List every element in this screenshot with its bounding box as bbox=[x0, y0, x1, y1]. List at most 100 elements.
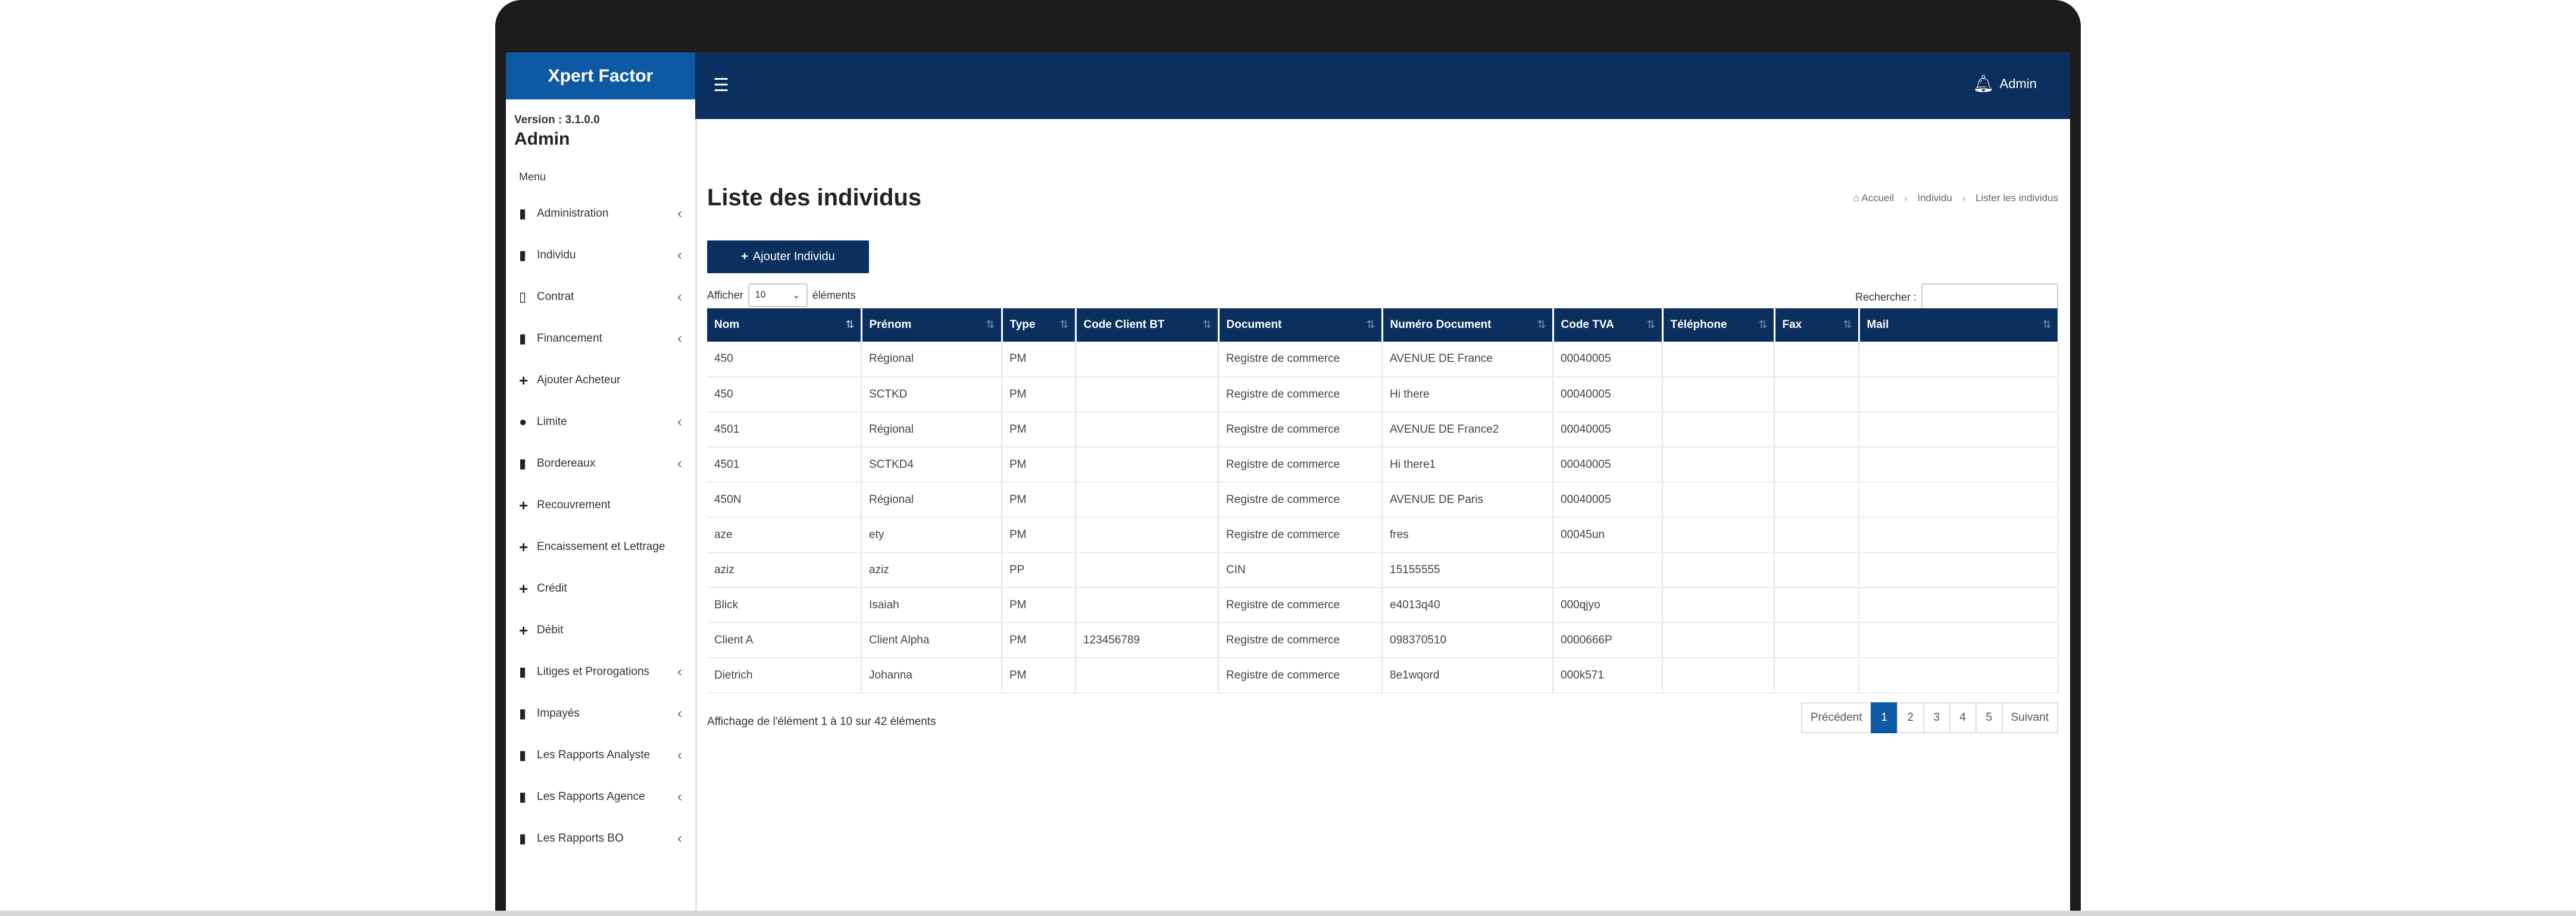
sidebar-item-individu[interactable]: ▮ Individu ‹ bbox=[506, 235, 695, 276]
column-header-label: Nom bbox=[714, 318, 740, 331]
sidebar-item-les-rapports-bo[interactable]: ▮ Les Rapports BO ‹ bbox=[506, 818, 695, 859]
table-row[interactable]: 4501 SCTKD4 PM Registre de commerce Hi there… bbox=[707, 447, 2059, 483]
table-cell: Registre de commerce bbox=[1218, 482, 1383, 518]
pagination-page-2[interactable]: 2 bbox=[1896, 702, 1924, 733]
breadcrumb-home[interactable]: Accueil bbox=[1861, 192, 1894, 204]
page-length-value: 10 bbox=[755, 290, 766, 300]
table-cell: PM bbox=[1002, 447, 1076, 483]
pagination-next[interactable]: Suivant bbox=[2001, 702, 2058, 733]
chevron-left-icon: ‹ bbox=[677, 289, 682, 305]
column-header-label: Document bbox=[1226, 318, 1282, 331]
file-icon: ▮ bbox=[519, 456, 527, 471]
breadcrumb-individu[interactable]: Individu bbox=[1917, 192, 1952, 204]
sidebar-item-les-rapports-analyste[interactable]: ▮ Les Rapports Analyste ‹ bbox=[506, 734, 695, 776]
table-cell bbox=[1774, 517, 1859, 553]
table-cell bbox=[1553, 552, 1663, 588]
table-cell: SCTKD bbox=[861, 377, 1002, 412]
user-menu[interactable]: Admin bbox=[2000, 76, 2037, 92]
table-cell: PP bbox=[1002, 552, 1076, 588]
chevron-left-icon: ‹ bbox=[677, 330, 682, 346]
sidebar-item-contrat[interactable]: ▯ Contrat ‹ bbox=[506, 276, 695, 318]
table-row[interactable]: aziz aziz PP CIN 15155555 bbox=[707, 552, 2059, 588]
column-header[interactable]: Numéro Document ⇅ bbox=[1382, 308, 1554, 342]
table-row[interactable]: 450N Régional PM Registre de commerce AVENUE… bbox=[707, 482, 2059, 518]
sidebar-item-litiges-et-prorogations[interactable]: ▮ Litiges et Prorogations ‹ bbox=[506, 651, 695, 693]
brand-logo[interactable]: Xpert Factor bbox=[506, 52, 695, 99]
sidebar-item-d-bit[interactable]: + Débit bbox=[506, 609, 695, 651]
pagination-page-4[interactable]: 4 bbox=[1949, 702, 1977, 733]
table-cell: 00040005 bbox=[1553, 342, 1663, 377]
table-cell: 098370510 bbox=[1382, 623, 1553, 658]
table-cell: Régional bbox=[861, 482, 1002, 518]
column-header[interactable]: Type ⇅ bbox=[1002, 308, 1077, 342]
column-header[interactable]: Document ⇅ bbox=[1218, 308, 1383, 342]
plus-icon: + bbox=[519, 371, 529, 389]
sidebar-item-ajouter-acheteur[interactable]: + Ajouter Acheteur bbox=[506, 359, 695, 401]
plus-icon: + bbox=[519, 496, 529, 514]
column-header[interactable]: Nom ⇅ bbox=[707, 308, 862, 342]
sidebar-item-label: Les Rapports BO bbox=[537, 832, 624, 845]
table-row[interactable]: Blick Isaiah PM Registre de commerce e4013q4… bbox=[707, 587, 2059, 623]
table-cell: Dietrich bbox=[707, 658, 862, 693]
table-cell: e4013q40 bbox=[1382, 587, 1553, 623]
pagination: Précédent 12345 Suivant bbox=[1801, 702, 2058, 733]
page-length-select[interactable]: 10 ⌄ bbox=[748, 283, 808, 307]
column-header-label: Mail bbox=[1867, 318, 1889, 331]
table-search: Rechercher : bbox=[1855, 283, 2058, 311]
column-header[interactable]: Téléphone ⇅ bbox=[1662, 308, 1775, 342]
pagination-previous[interactable]: Précédent bbox=[1801, 702, 1872, 733]
sidebar-item-limite[interactable]: ● Limite ‹ bbox=[506, 401, 695, 443]
table-cell: Registre de commerce bbox=[1218, 587, 1383, 623]
table-row[interactable]: Dietrich Johanna PM Registre de commerce 8e1… bbox=[707, 658, 2059, 693]
table-cell: 00045un bbox=[1553, 517, 1663, 553]
hamburger-icon[interactable]: ☰ bbox=[713, 75, 729, 96]
table-cell: PM bbox=[1002, 517, 1076, 553]
pagination-page-1[interactable]: 1 bbox=[1870, 702, 1898, 733]
add-individu-button[interactable]: + Ajouter Individu bbox=[707, 240, 869, 273]
sidebar-item-financement[interactable]: ▮ Financement ‹ bbox=[506, 318, 695, 359]
sidebar-item-bordereaux[interactable]: ▮ Bordereaux ‹ bbox=[506, 443, 695, 484]
table-cell: AVENUE DE Paris bbox=[1382, 482, 1553, 518]
sidebar-item-administration[interactable]: ▮ Administration ‹ bbox=[506, 193, 695, 235]
table-cell bbox=[1076, 412, 1219, 448]
sidebar-item-cr-dit[interactable]: + Crédit bbox=[506, 568, 695, 609]
column-header[interactable]: Mail ⇅ bbox=[1859, 308, 2059, 342]
sidebar-item-recouvrement[interactable]: + Recouvrement bbox=[506, 484, 695, 526]
table-cell: aziz bbox=[707, 552, 862, 588]
table-row[interactable]: 450 SCTKD PM Registre de commerce Hi there 00… bbox=[707, 377, 2059, 412]
table-cell bbox=[1774, 447, 1859, 483]
table-row[interactable]: aze ety PM Registre de commerce fres 00045un bbox=[707, 517, 2059, 553]
table-cell: Client Alpha bbox=[861, 623, 1002, 658]
sidebar-item-les-rapports-agence[interactable]: ▮ Les Rapports Agence ‹ bbox=[506, 776, 695, 818]
column-header[interactable]: Fax ⇅ bbox=[1774, 308, 1860, 342]
table-row[interactable]: 450 Régional PM Registre de commerce AVENUE … bbox=[707, 342, 2059, 377]
table-cell: CIN bbox=[1218, 552, 1383, 588]
sidebar-item-encaissement-et-lettrage[interactable]: + Encaissement et Lettrage bbox=[506, 526, 695, 568]
table-cell bbox=[1859, 587, 2059, 623]
table-cell: 4501 bbox=[707, 447, 862, 483]
column-header[interactable]: Code Client BT ⇅ bbox=[1076, 308, 1220, 342]
sidebar-item-impay-s[interactable]: ▮ Impayés ‹ bbox=[506, 693, 695, 734]
pagination-page-5[interactable]: 5 bbox=[1975, 702, 2003, 733]
column-header[interactable]: Prénom ⇅ bbox=[861, 308, 1003, 342]
table-row[interactable]: Client A Client Alpha PM 123456789 Registre … bbox=[707, 623, 2059, 658]
table-row[interactable]: 4501 Régional PM Registre de commerce AVENUE… bbox=[707, 412, 2059, 448]
table-cell: Registre de commerce bbox=[1218, 412, 1383, 448]
plus-icon: + bbox=[519, 579, 529, 598]
search-input[interactable] bbox=[1921, 283, 2058, 311]
bottom-edge bbox=[0, 911, 2576, 916]
sort-icon: ⇅ bbox=[1059, 318, 1069, 330]
pagination-page-3[interactable]: 3 bbox=[1922, 702, 1950, 733]
table-cell: ety bbox=[861, 517, 1002, 553]
table-cell bbox=[1076, 658, 1219, 693]
sidebar: Xpert Factor Version : 3.1.0.0 Admin Men… bbox=[506, 52, 697, 916]
file-icon: ▮ bbox=[519, 331, 527, 346]
column-header[interactable]: Code TVA ⇅ bbox=[1553, 308, 1664, 342]
app-version: Version : 3.1.0.0 bbox=[514, 114, 600, 126]
bell-icon[interactable]: 🔔︎ bbox=[1972, 74, 1994, 93]
chevron-left-icon: ‹ bbox=[677, 830, 682, 846]
table-cell: PM bbox=[1002, 342, 1076, 377]
breadcrumb-separator: › bbox=[1903, 192, 1908, 204]
table-cell bbox=[1774, 342, 1859, 377]
file-icon: ▮ bbox=[519, 831, 527, 846]
